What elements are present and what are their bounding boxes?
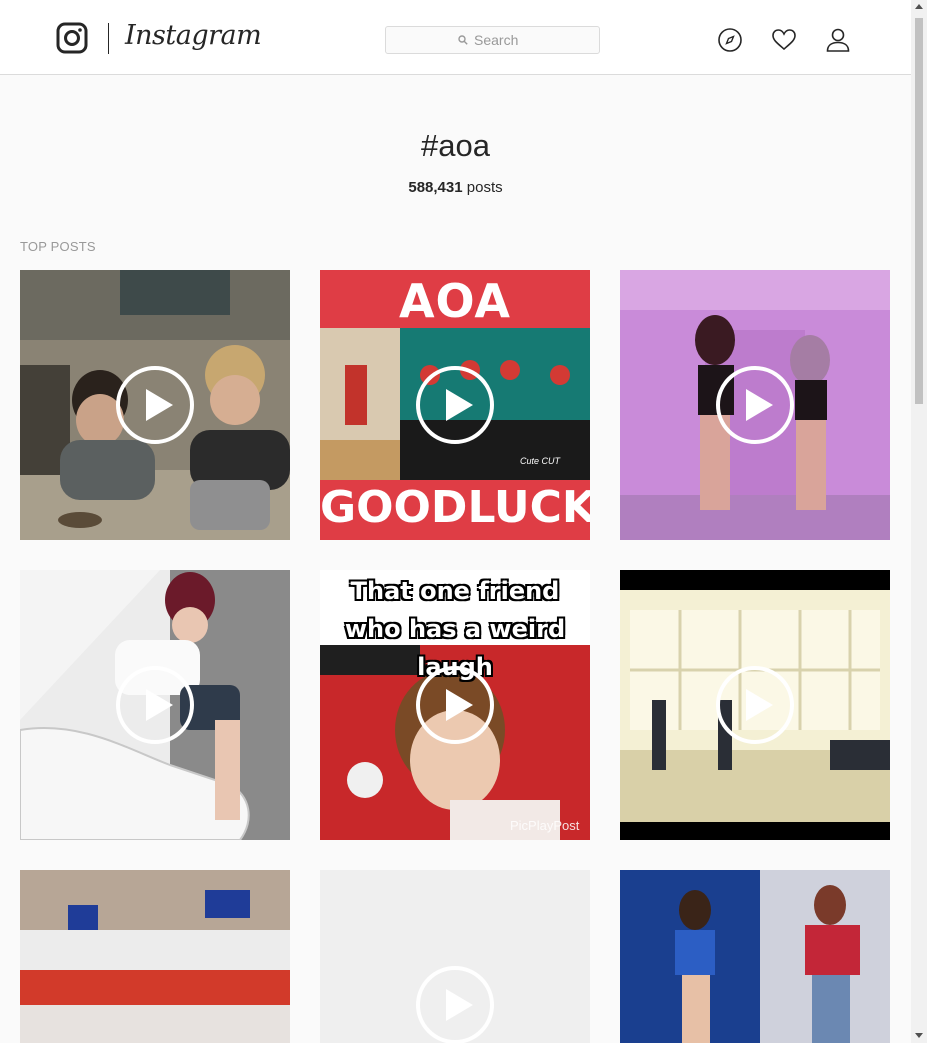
user-icon[interactable] [825,27,851,53]
search-input[interactable]: Search [385,26,600,54]
scroll-thumb[interactable] [915,18,923,404]
heart-icon[interactable] [771,27,797,53]
page-scrollbar[interactable] [911,0,927,1043]
instagram-wordmark[interactable]: Instagram [125,20,262,51]
play-video-icon[interactable] [115,665,195,745]
post-tile[interactable] [320,870,590,1043]
top-posts-label: TOP POSTS [20,239,96,254]
post-watermark: Cute CUT [520,456,561,466]
post-count-number: 588,431 [408,179,463,196]
post-tile[interactable] [20,870,290,1043]
post-tile[interactable] [20,270,290,540]
post-tile[interactable] [620,870,890,1043]
play-video-icon[interactable] [415,965,495,1043]
post-tile[interactable] [620,270,890,540]
instagram-glyph-icon[interactable] [56,22,88,54]
hashtag-title: #aoa [421,128,490,163]
post-count: 588,431 posts [0,179,911,196]
post-tile[interactable]: AOA GOODLUCK Cute CUT [320,270,590,540]
play-video-icon[interactable] [715,665,795,745]
post-tile[interactable] [620,570,890,840]
top-navbar: Instagram Search [0,0,911,75]
post-watermark: PicPlayPost [510,818,580,833]
post-caption-top: AOA [398,274,512,328]
play-video-icon[interactable] [415,365,495,445]
post-count-label: posts [466,179,503,196]
compass-icon[interactable] [717,27,743,53]
play-video-icon[interactable] [115,365,195,445]
logo-divider [108,23,109,54]
scroll-down-arrow-icon[interactable] [915,1033,923,1038]
play-video-icon[interactable] [415,665,495,745]
search-icon [458,35,468,45]
post-thumbnail [620,870,890,1043]
post-tile[interactable]: That one friend who has a weird laugh Pi… [320,570,590,840]
post-thumbnail [20,870,290,1043]
post-caption-bottom: GOODLUCK [320,482,590,533]
play-video-icon[interactable] [715,365,795,445]
search-placeholder: Search [474,32,519,48]
post-tile[interactable] [20,570,290,840]
scroll-up-arrow-icon[interactable] [915,4,923,9]
